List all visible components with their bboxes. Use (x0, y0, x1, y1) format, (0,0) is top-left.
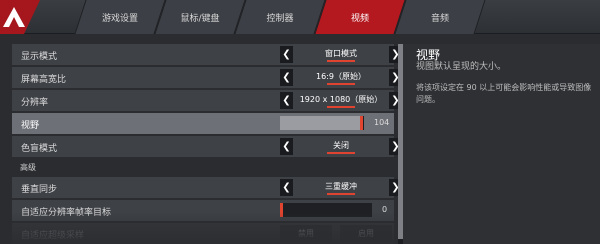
setting-label: 自适应超级采样 (21, 231, 85, 241)
tab-video[interactable]: 视频 (320, 0, 400, 34)
chevron-left-icon[interactable]: ❮ (280, 92, 293, 109)
setting-label: 色盲模式 (21, 144, 58, 154)
setting-label: 屏幕高宽比 (21, 75, 67, 85)
resolution-selector[interactable]: ❮ 1920 x 1080（原始） ❯ (280, 92, 402, 109)
description-subtitle: 视图默认呈现的大小。 (416, 62, 507, 72)
setting-label: 分辨率 (21, 98, 49, 108)
list-scrollbar[interactable] (398, 44, 403, 244)
tab-gameplay[interactable]: 游戏设置 (80, 0, 160, 34)
top-nav-bar: 游戏设置 鼠标/键盘 控制器 视频 音频 (0, 0, 600, 34)
display-mode-value: 窗口模式 (297, 46, 385, 63)
vsync-selector[interactable]: ❮ 三重缓冲 ❯ (280, 179, 402, 196)
adaptive-resolution-value: 0 (382, 205, 388, 214)
vsync-value: 三重缓冲 (297, 179, 385, 196)
scrollbar-thumb[interactable] (398, 44, 403, 239)
supersampling-enable-button[interactable]: 启用 (340, 225, 392, 242)
setting-row-vsync[interactable]: 垂直同步 ❮ 三重缓冲 ❯ (12, 177, 402, 198)
aspect-ratio-value: 16:9（原始） (297, 69, 385, 86)
supersampling-disable-button[interactable]: 禁用 (280, 225, 332, 242)
chevron-left-icon[interactable]: ❮ (280, 138, 293, 155)
display-mode-selector[interactable]: ❮ 窗口模式 ❯ (280, 46, 402, 63)
chevron-left-icon[interactable]: ❮ (280, 179, 293, 196)
chevron-left-icon[interactable]: ❮ (280, 69, 293, 86)
aspect-ratio-selector[interactable]: ❮ 16:9（原始） ❯ (280, 69, 402, 86)
slider-handle[interactable] (360, 116, 363, 130)
fov-value: 104 (374, 118, 390, 127)
adaptive-resolution-slider[interactable] (280, 203, 372, 217)
setting-row-adaptive-resolution[interactable]: 自适应分辨率帧率目标 0 (12, 200, 394, 221)
setting-row-fov[interactable]: 视野 104 (12, 113, 394, 134)
setting-label: 垂直同步 (21, 185, 58, 195)
setting-row-adaptive-supersampling[interactable]: 自适应超级采样 禁用 启用 (12, 223, 394, 244)
slider-handle[interactable] (280, 203, 283, 217)
setting-label: 自适应分辨率帧率目标 (21, 208, 112, 218)
setting-row-display-mode[interactable]: 显示模式 ❮ 窗口模式 ❯ (12, 44, 402, 65)
chevron-left-icon[interactable]: ❮ (280, 46, 293, 63)
apex-logo-icon (3, 7, 25, 27)
slider-fill (280, 116, 361, 130)
setting-row-aspect-ratio[interactable]: 屏幕高宽比 ❮ 16:9（原始） ❯ (12, 67, 402, 88)
description-panel: 视野 视图默认呈现的大小。 将该项设定在 90 以上可能会影响性能或导致图像问题… (398, 44, 600, 244)
fov-slider[interactable] (280, 116, 364, 130)
setting-row-resolution[interactable]: 分辨率 ❮ 1920 x 1080（原始） ❯ (12, 90, 402, 111)
setting-row-colorblind[interactable]: 色盲模式 ❮ 关闭 ❯ (12, 136, 402, 157)
setting-label: 视野 (21, 121, 40, 131)
colorblind-selector[interactable]: ❮ 关闭 ❯ (280, 138, 402, 155)
section-header-advanced: 高级 (20, 163, 36, 172)
description-body: 将该项设定在 90 以上可能会影响性能或导致图像问题。 (416, 83, 592, 104)
game-logo (0, 0, 40, 34)
setting-label: 显示模式 (21, 52, 58, 62)
resolution-value: 1920 x 1080（原始） (297, 92, 385, 109)
colorblind-value: 关闭 (297, 138, 385, 155)
tab-audio[interactable]: 音频 (400, 0, 480, 34)
tab-mouse-keyboard[interactable]: 鼠标/键盘 (160, 0, 240, 34)
settings-tabs: 游戏设置 鼠标/键盘 控制器 视频 音频 (80, 0, 480, 34)
tab-controller[interactable]: 控制器 (240, 0, 320, 34)
